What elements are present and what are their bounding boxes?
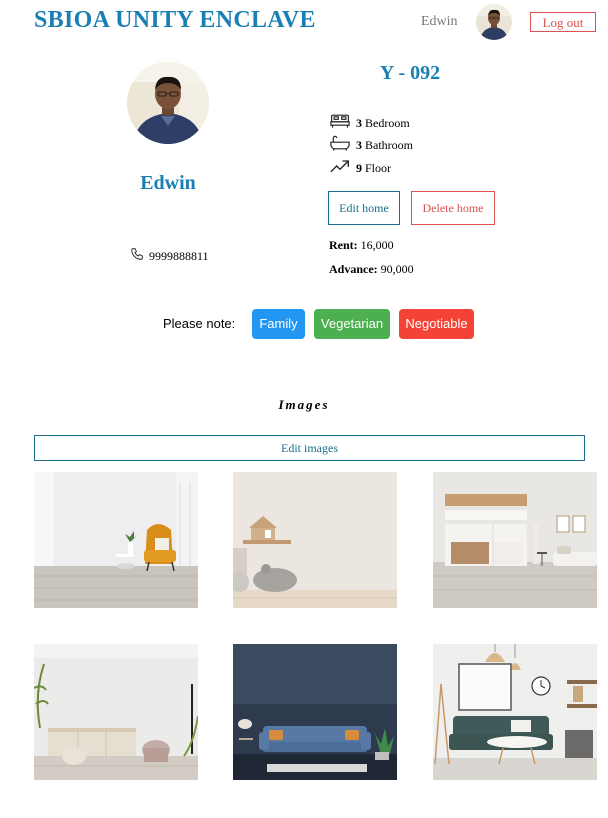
owner-phone: 9999888811 (130, 247, 209, 265)
tag-vegetarian: Vegetarian (314, 309, 390, 339)
feature-bathrooms: 3 Bathroom (330, 135, 413, 155)
photo-open-kitchen-room[interactable] (433, 472, 597, 608)
rent-value: 16,000 (360, 238, 394, 252)
bathtub-icon (330, 135, 350, 155)
delete-home-button[interactable]: Delete home (411, 191, 495, 225)
photo-living-stools-room[interactable] (34, 644, 198, 780)
photo-yellow-armchair-room[interactable] (34, 472, 198, 608)
bed-icon (330, 113, 350, 133)
unit-number: Y - 092 (379, 62, 441, 84)
advance-label: Advance: (329, 262, 378, 276)
edit-home-button[interactable]: Edit home (328, 191, 400, 225)
note-label: Please note: (163, 316, 236, 331)
bathroom-count: 3 (356, 137, 362, 152)
images-heading: Images (278, 397, 330, 412)
feature-floor: 9 Floor (330, 158, 391, 178)
rent: Rent: 16,000 (329, 238, 394, 253)
bedroom-label: Bedroom (365, 115, 410, 130)
edit-images-button[interactable]: Edit images (34, 435, 585, 461)
owner-avatar (127, 62, 209, 144)
advance-value: 90,000 (380, 262, 414, 276)
floor-number: 9 (356, 160, 362, 175)
owner-name: Edwin (140, 172, 196, 194)
header-user-name: Edwin (421, 14, 458, 29)
header-avatar[interactable] (476, 4, 512, 40)
tag-negotiable: Negotiable (399, 309, 474, 339)
feature-bedrooms: 3 Bedroom (330, 113, 410, 133)
photo-blue-sofa-room[interactable] (233, 644, 397, 780)
bedroom-count: 3 (356, 115, 362, 130)
phone-number: 9999888811 (149, 248, 209, 263)
advance: Advance: 90,000 (329, 262, 414, 277)
bathroom-label: Bathroom (365, 137, 413, 152)
tag-family: Family (252, 309, 305, 339)
floor-label: Floor (365, 160, 392, 175)
photo-green-sofa-room[interactable] (433, 644, 597, 780)
brand-title[interactable]: SBIOA UNITY ENCLAVE (34, 7, 316, 34)
phone-icon (130, 247, 144, 265)
photo-kids-shelf-room[interactable] (233, 472, 397, 608)
logout-button[interactable]: Log out (530, 12, 596, 32)
rent-label: Rent: (329, 238, 358, 252)
trending-up-icon (330, 158, 350, 178)
